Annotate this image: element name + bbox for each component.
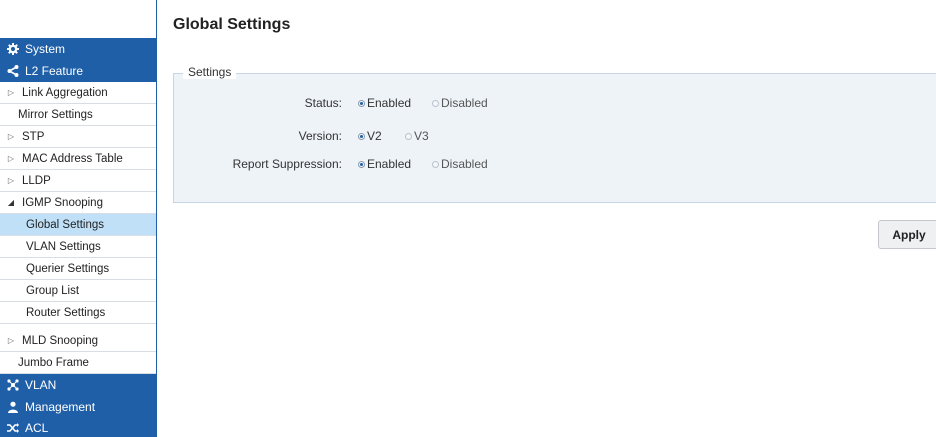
triangle-right-icon: ▷	[7, 154, 15, 163]
gear-icon	[6, 42, 20, 56]
triangle-right-icon: ▷	[7, 336, 15, 345]
status-label: Status:	[304, 96, 342, 110]
nav-section-label: ACL	[25, 420, 49, 435]
sidebar-item-mac-address-table[interactable]: ▷ MAC Address Table	[0, 148, 156, 170]
sidebar-item-label: Jumbo Frame	[18, 356, 89, 369]
triangle-right-icon: ▷	[7, 88, 15, 97]
nav-section-label: L2 Feature	[25, 64, 84, 78]
sidebar-item-label: LLDP	[22, 174, 51, 187]
radio-selected-icon	[358, 99, 365, 107]
nav-section-vlan[interactable]: VLAN	[0, 374, 156, 396]
triangle-right-icon: ▷	[7, 132, 15, 141]
sidebar-item-lldp[interactable]: ▷ LLDP	[0, 170, 156, 192]
sidebar-item-label: MLD Snooping	[22, 334, 99, 347]
sidebar-item-label: VLAN Settings	[26, 240, 101, 253]
nav-section-system[interactable]: System	[0, 38, 156, 60]
radio-unselected-icon	[432, 160, 439, 168]
nav-section-acl[interactable]: ACL	[0, 418, 156, 437]
share-icon	[6, 64, 20, 78]
sidebar-item-label: Querier Settings	[26, 262, 110, 275]
radio-selected-icon	[358, 132, 365, 140]
sidebar-item-link-aggregation[interactable]: ▷ Link Aggregation	[0, 82, 156, 104]
shuffle-icon	[6, 421, 20, 435]
report-suppression-enabled-radio[interactable]: Enabled	[358, 157, 411, 171]
nav-section-management[interactable]: Management	[0, 396, 156, 418]
radio-label: V2	[367, 129, 382, 143]
nav-section-label: Management	[25, 400, 96, 414]
sidebar-item-global-settings[interactable]: Global Settings	[0, 214, 156, 236]
sidebar-item-label: IGMP Snooping	[22, 196, 103, 209]
sidebar-item-label: Link Aggregation	[22, 86, 108, 99]
sidebar-item-jumbo-frame[interactable]: Jumbo Frame	[0, 352, 156, 374]
nav-section-l2-feature[interactable]: L2 Feature	[0, 60, 156, 82]
version-v3-radio[interactable]: V3	[405, 129, 429, 143]
report-suppression-disabled-radio[interactable]: Disabled	[432, 157, 488, 171]
sidebar-item-stp[interactable]: ▷ STP	[0, 126, 156, 148]
radio-label: Disabled	[441, 157, 488, 171]
status-enabled-radio[interactable]: Enabled	[358, 96, 411, 110]
network-icon	[6, 378, 20, 392]
sidebar-item-igmp-snooping[interactable]: ◢ IGMP Snooping	[0, 192, 156, 214]
nav-section-label: System	[25, 42, 66, 56]
sidebar-item-label: STP	[22, 130, 45, 143]
sidebar-item-label: Global Settings	[26, 218, 104, 231]
radio-label: Disabled	[441, 96, 488, 110]
sidebar-item-group-list[interactable]: Group List	[0, 280, 156, 302]
sidebar-item-querier-settings[interactable]: Querier Settings	[0, 258, 156, 280]
sidebar: System L2 Feature ▷ Link Aggregation Mir…	[0, 0, 157, 437]
sidebar-item-label: MAC Address Table	[22, 152, 123, 165]
radio-label: Enabled	[367, 157, 412, 171]
sidebar-item-label: Router Settings	[26, 306, 106, 319]
settings-legend: Settings	[183, 65, 237, 79]
status-disabled-radio[interactable]: Disabled	[432, 96, 488, 110]
sidebar-item-label: Mirror Settings	[18, 108, 93, 121]
triangle-down-icon: ◢	[7, 198, 15, 207]
radio-unselected-icon	[405, 132, 412, 140]
user-icon	[6, 400, 20, 414]
version-v2-radio[interactable]: V2	[358, 129, 382, 143]
radio-label: V3	[414, 129, 429, 143]
sidebar-item-label: Group List	[26, 284, 80, 297]
triangle-right-icon: ▷	[7, 176, 15, 185]
radio-selected-icon	[358, 160, 365, 168]
nav-section-label: VLAN	[25, 378, 57, 392]
sidebar-item-router-settings[interactable]: Router Settings	[0, 302, 156, 324]
page-title: Global Settings	[173, 16, 291, 33]
sidebar-item-mld-snooping[interactable]: ▷ MLD Snooping	[0, 330, 156, 352]
sidebar-divider	[156, 0, 157, 437]
sidebar-item-mirror-settings[interactable]: Mirror Settings	[0, 104, 156, 126]
radio-label: Enabled	[367, 96, 412, 110]
report-suppression-label: Report Suppression:	[232, 157, 342, 171]
apply-button[interactable]: Apply	[878, 220, 936, 249]
version-label: Version:	[298, 129, 342, 143]
radio-unselected-icon	[432, 99, 439, 107]
sidebar-item-vlan-settings[interactable]: VLAN Settings	[0, 236, 156, 258]
